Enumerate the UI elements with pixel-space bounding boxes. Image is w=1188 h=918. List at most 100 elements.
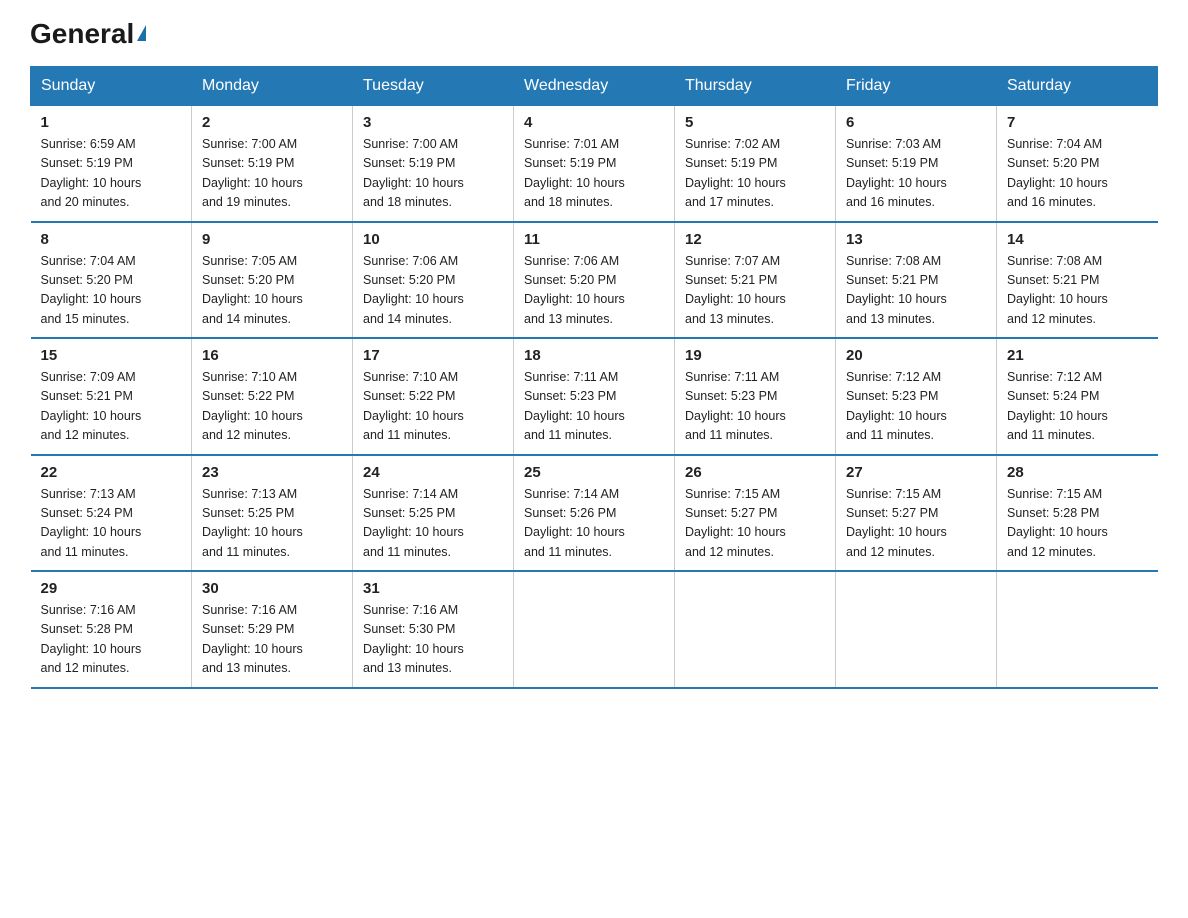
calendar-day-cell: 20 Sunrise: 7:12 AMSunset: 5:23 PMDaylig…: [836, 338, 997, 455]
day-number: 4: [524, 114, 664, 131]
day-info: Sunrise: 7:04 AMSunset: 5:20 PMDaylight:…: [41, 254, 142, 326]
day-number: 2: [202, 114, 342, 131]
calendar-week-row: 29 Sunrise: 7:16 AMSunset: 5:28 PMDaylig…: [31, 571, 1158, 688]
weekday-header-wednesday: Wednesday: [514, 67, 675, 106]
calendar-day-cell: 10 Sunrise: 7:06 AMSunset: 5:20 PMDaylig…: [353, 222, 514, 339]
calendar-week-row: 22 Sunrise: 7:13 AMSunset: 5:24 PMDaylig…: [31, 455, 1158, 572]
day-number: 27: [846, 464, 986, 481]
day-info: Sunrise: 7:04 AMSunset: 5:20 PMDaylight:…: [1007, 137, 1108, 209]
day-number: 31: [363, 580, 503, 597]
calendar-week-row: 8 Sunrise: 7:04 AMSunset: 5:20 PMDayligh…: [31, 222, 1158, 339]
day-info: Sunrise: 7:16 AMSunset: 5:29 PMDaylight:…: [202, 603, 303, 675]
day-info: Sunrise: 7:15 AMSunset: 5:27 PMDaylight:…: [685, 487, 786, 559]
weekday-header-friday: Friday: [836, 67, 997, 106]
day-info: Sunrise: 7:08 AMSunset: 5:21 PMDaylight:…: [1007, 254, 1108, 326]
day-info: Sunrise: 7:06 AMSunset: 5:20 PMDaylight:…: [524, 254, 625, 326]
day-info: Sunrise: 7:05 AMSunset: 5:20 PMDaylight:…: [202, 254, 303, 326]
calendar-day-cell: 5 Sunrise: 7:02 AMSunset: 5:19 PMDayligh…: [675, 106, 836, 222]
calendar-empty-cell: [997, 571, 1158, 688]
day-info: Sunrise: 7:02 AMSunset: 5:19 PMDaylight:…: [685, 137, 786, 209]
calendar-day-cell: 25 Sunrise: 7:14 AMSunset: 5:26 PMDaylig…: [514, 455, 675, 572]
day-number: 1: [41, 114, 182, 131]
day-number: 13: [846, 231, 986, 248]
day-info: Sunrise: 7:16 AMSunset: 5:28 PMDaylight:…: [41, 603, 142, 675]
day-number: 28: [1007, 464, 1148, 481]
calendar-day-cell: 14 Sunrise: 7:08 AMSunset: 5:21 PMDaylig…: [997, 222, 1158, 339]
day-info: Sunrise: 7:11 AMSunset: 5:23 PMDaylight:…: [685, 370, 786, 442]
calendar-day-cell: 8 Sunrise: 7:04 AMSunset: 5:20 PMDayligh…: [31, 222, 192, 339]
day-number: 29: [41, 580, 182, 597]
day-info: Sunrise: 7:10 AMSunset: 5:22 PMDaylight:…: [202, 370, 303, 442]
day-info: Sunrise: 7:14 AMSunset: 5:25 PMDaylight:…: [363, 487, 464, 559]
calendar-day-cell: 28 Sunrise: 7:15 AMSunset: 5:28 PMDaylig…: [997, 455, 1158, 572]
day-number: 17: [363, 347, 503, 364]
day-number: 23: [202, 464, 342, 481]
calendar-day-cell: 26 Sunrise: 7:15 AMSunset: 5:27 PMDaylig…: [675, 455, 836, 572]
day-info: Sunrise: 7:11 AMSunset: 5:23 PMDaylight:…: [524, 370, 625, 442]
calendar-day-cell: 6 Sunrise: 7:03 AMSunset: 5:19 PMDayligh…: [836, 106, 997, 222]
logo-triangle: [137, 25, 146, 41]
calendar-day-cell: 18 Sunrise: 7:11 AMSunset: 5:23 PMDaylig…: [514, 338, 675, 455]
calendar-day-cell: 30 Sunrise: 7:16 AMSunset: 5:29 PMDaylig…: [192, 571, 353, 688]
day-number: 30: [202, 580, 342, 597]
calendar-day-cell: 4 Sunrise: 7:01 AMSunset: 5:19 PMDayligh…: [514, 106, 675, 222]
weekday-header-sunday: Sunday: [31, 67, 192, 106]
calendar-day-cell: 31 Sunrise: 7:16 AMSunset: 5:30 PMDaylig…: [353, 571, 514, 688]
calendar-day-cell: 27 Sunrise: 7:15 AMSunset: 5:27 PMDaylig…: [836, 455, 997, 572]
calendar-day-cell: 1 Sunrise: 6:59 AMSunset: 5:19 PMDayligh…: [31, 106, 192, 222]
calendar-day-cell: 29 Sunrise: 7:16 AMSunset: 5:28 PMDaylig…: [31, 571, 192, 688]
page-header: General: [30, 20, 1158, 48]
calendar-day-cell: 24 Sunrise: 7:14 AMSunset: 5:25 PMDaylig…: [353, 455, 514, 572]
day-number: 7: [1007, 114, 1148, 131]
day-number: 21: [1007, 347, 1148, 364]
calendar-day-cell: 22 Sunrise: 7:13 AMSunset: 5:24 PMDaylig…: [31, 455, 192, 572]
logo-general: General: [30, 20, 134, 48]
day-info: Sunrise: 7:00 AMSunset: 5:19 PMDaylight:…: [363, 137, 464, 209]
weekday-header-tuesday: Tuesday: [353, 67, 514, 106]
calendar-day-cell: 15 Sunrise: 7:09 AMSunset: 5:21 PMDaylig…: [31, 338, 192, 455]
day-info: Sunrise: 7:00 AMSunset: 5:19 PMDaylight:…: [202, 137, 303, 209]
day-info: Sunrise: 7:15 AMSunset: 5:28 PMDaylight:…: [1007, 487, 1108, 559]
calendar-day-cell: 19 Sunrise: 7:11 AMSunset: 5:23 PMDaylig…: [675, 338, 836, 455]
day-info: Sunrise: 7:08 AMSunset: 5:21 PMDaylight:…: [846, 254, 947, 326]
calendar-day-cell: 16 Sunrise: 7:10 AMSunset: 5:22 PMDaylig…: [192, 338, 353, 455]
day-number: 24: [363, 464, 503, 481]
day-info: Sunrise: 7:12 AMSunset: 5:24 PMDaylight:…: [1007, 370, 1108, 442]
calendar-day-cell: 2 Sunrise: 7:00 AMSunset: 5:19 PMDayligh…: [192, 106, 353, 222]
day-number: 14: [1007, 231, 1148, 248]
day-number: 11: [524, 231, 664, 248]
day-info: Sunrise: 7:12 AMSunset: 5:23 PMDaylight:…: [846, 370, 947, 442]
calendar-empty-cell: [836, 571, 997, 688]
day-info: Sunrise: 7:13 AMSunset: 5:25 PMDaylight:…: [202, 487, 303, 559]
calendar-day-cell: 11 Sunrise: 7:06 AMSunset: 5:20 PMDaylig…: [514, 222, 675, 339]
day-number: 5: [685, 114, 825, 131]
day-info: Sunrise: 7:15 AMSunset: 5:27 PMDaylight:…: [846, 487, 947, 559]
day-number: 25: [524, 464, 664, 481]
day-number: 3: [363, 114, 503, 131]
day-number: 15: [41, 347, 182, 364]
day-number: 9: [202, 231, 342, 248]
calendar-empty-cell: [514, 571, 675, 688]
day-info: Sunrise: 7:13 AMSunset: 5:24 PMDaylight:…: [41, 487, 142, 559]
day-info: Sunrise: 7:09 AMSunset: 5:21 PMDaylight:…: [41, 370, 142, 442]
calendar-day-cell: 3 Sunrise: 7:00 AMSunset: 5:19 PMDayligh…: [353, 106, 514, 222]
calendar-day-cell: 13 Sunrise: 7:08 AMSunset: 5:21 PMDaylig…: [836, 222, 997, 339]
day-info: Sunrise: 7:14 AMSunset: 5:26 PMDaylight:…: [524, 487, 625, 559]
calendar-week-row: 1 Sunrise: 6:59 AMSunset: 5:19 PMDayligh…: [31, 106, 1158, 222]
day-number: 6: [846, 114, 986, 131]
day-info: Sunrise: 7:03 AMSunset: 5:19 PMDaylight:…: [846, 137, 947, 209]
day-info: Sunrise: 7:16 AMSunset: 5:30 PMDaylight:…: [363, 603, 464, 675]
calendar-day-cell: 21 Sunrise: 7:12 AMSunset: 5:24 PMDaylig…: [997, 338, 1158, 455]
calendar-day-cell: 23 Sunrise: 7:13 AMSunset: 5:25 PMDaylig…: [192, 455, 353, 572]
day-info: Sunrise: 7:10 AMSunset: 5:22 PMDaylight:…: [363, 370, 464, 442]
day-number: 18: [524, 347, 664, 364]
day-number: 19: [685, 347, 825, 364]
day-number: 16: [202, 347, 342, 364]
day-number: 22: [41, 464, 182, 481]
day-info: Sunrise: 7:06 AMSunset: 5:20 PMDaylight:…: [363, 254, 464, 326]
day-number: 10: [363, 231, 503, 248]
weekday-header-monday: Monday: [192, 67, 353, 106]
calendar-week-row: 15 Sunrise: 7:09 AMSunset: 5:21 PMDaylig…: [31, 338, 1158, 455]
day-number: 8: [41, 231, 182, 248]
day-number: 12: [685, 231, 825, 248]
